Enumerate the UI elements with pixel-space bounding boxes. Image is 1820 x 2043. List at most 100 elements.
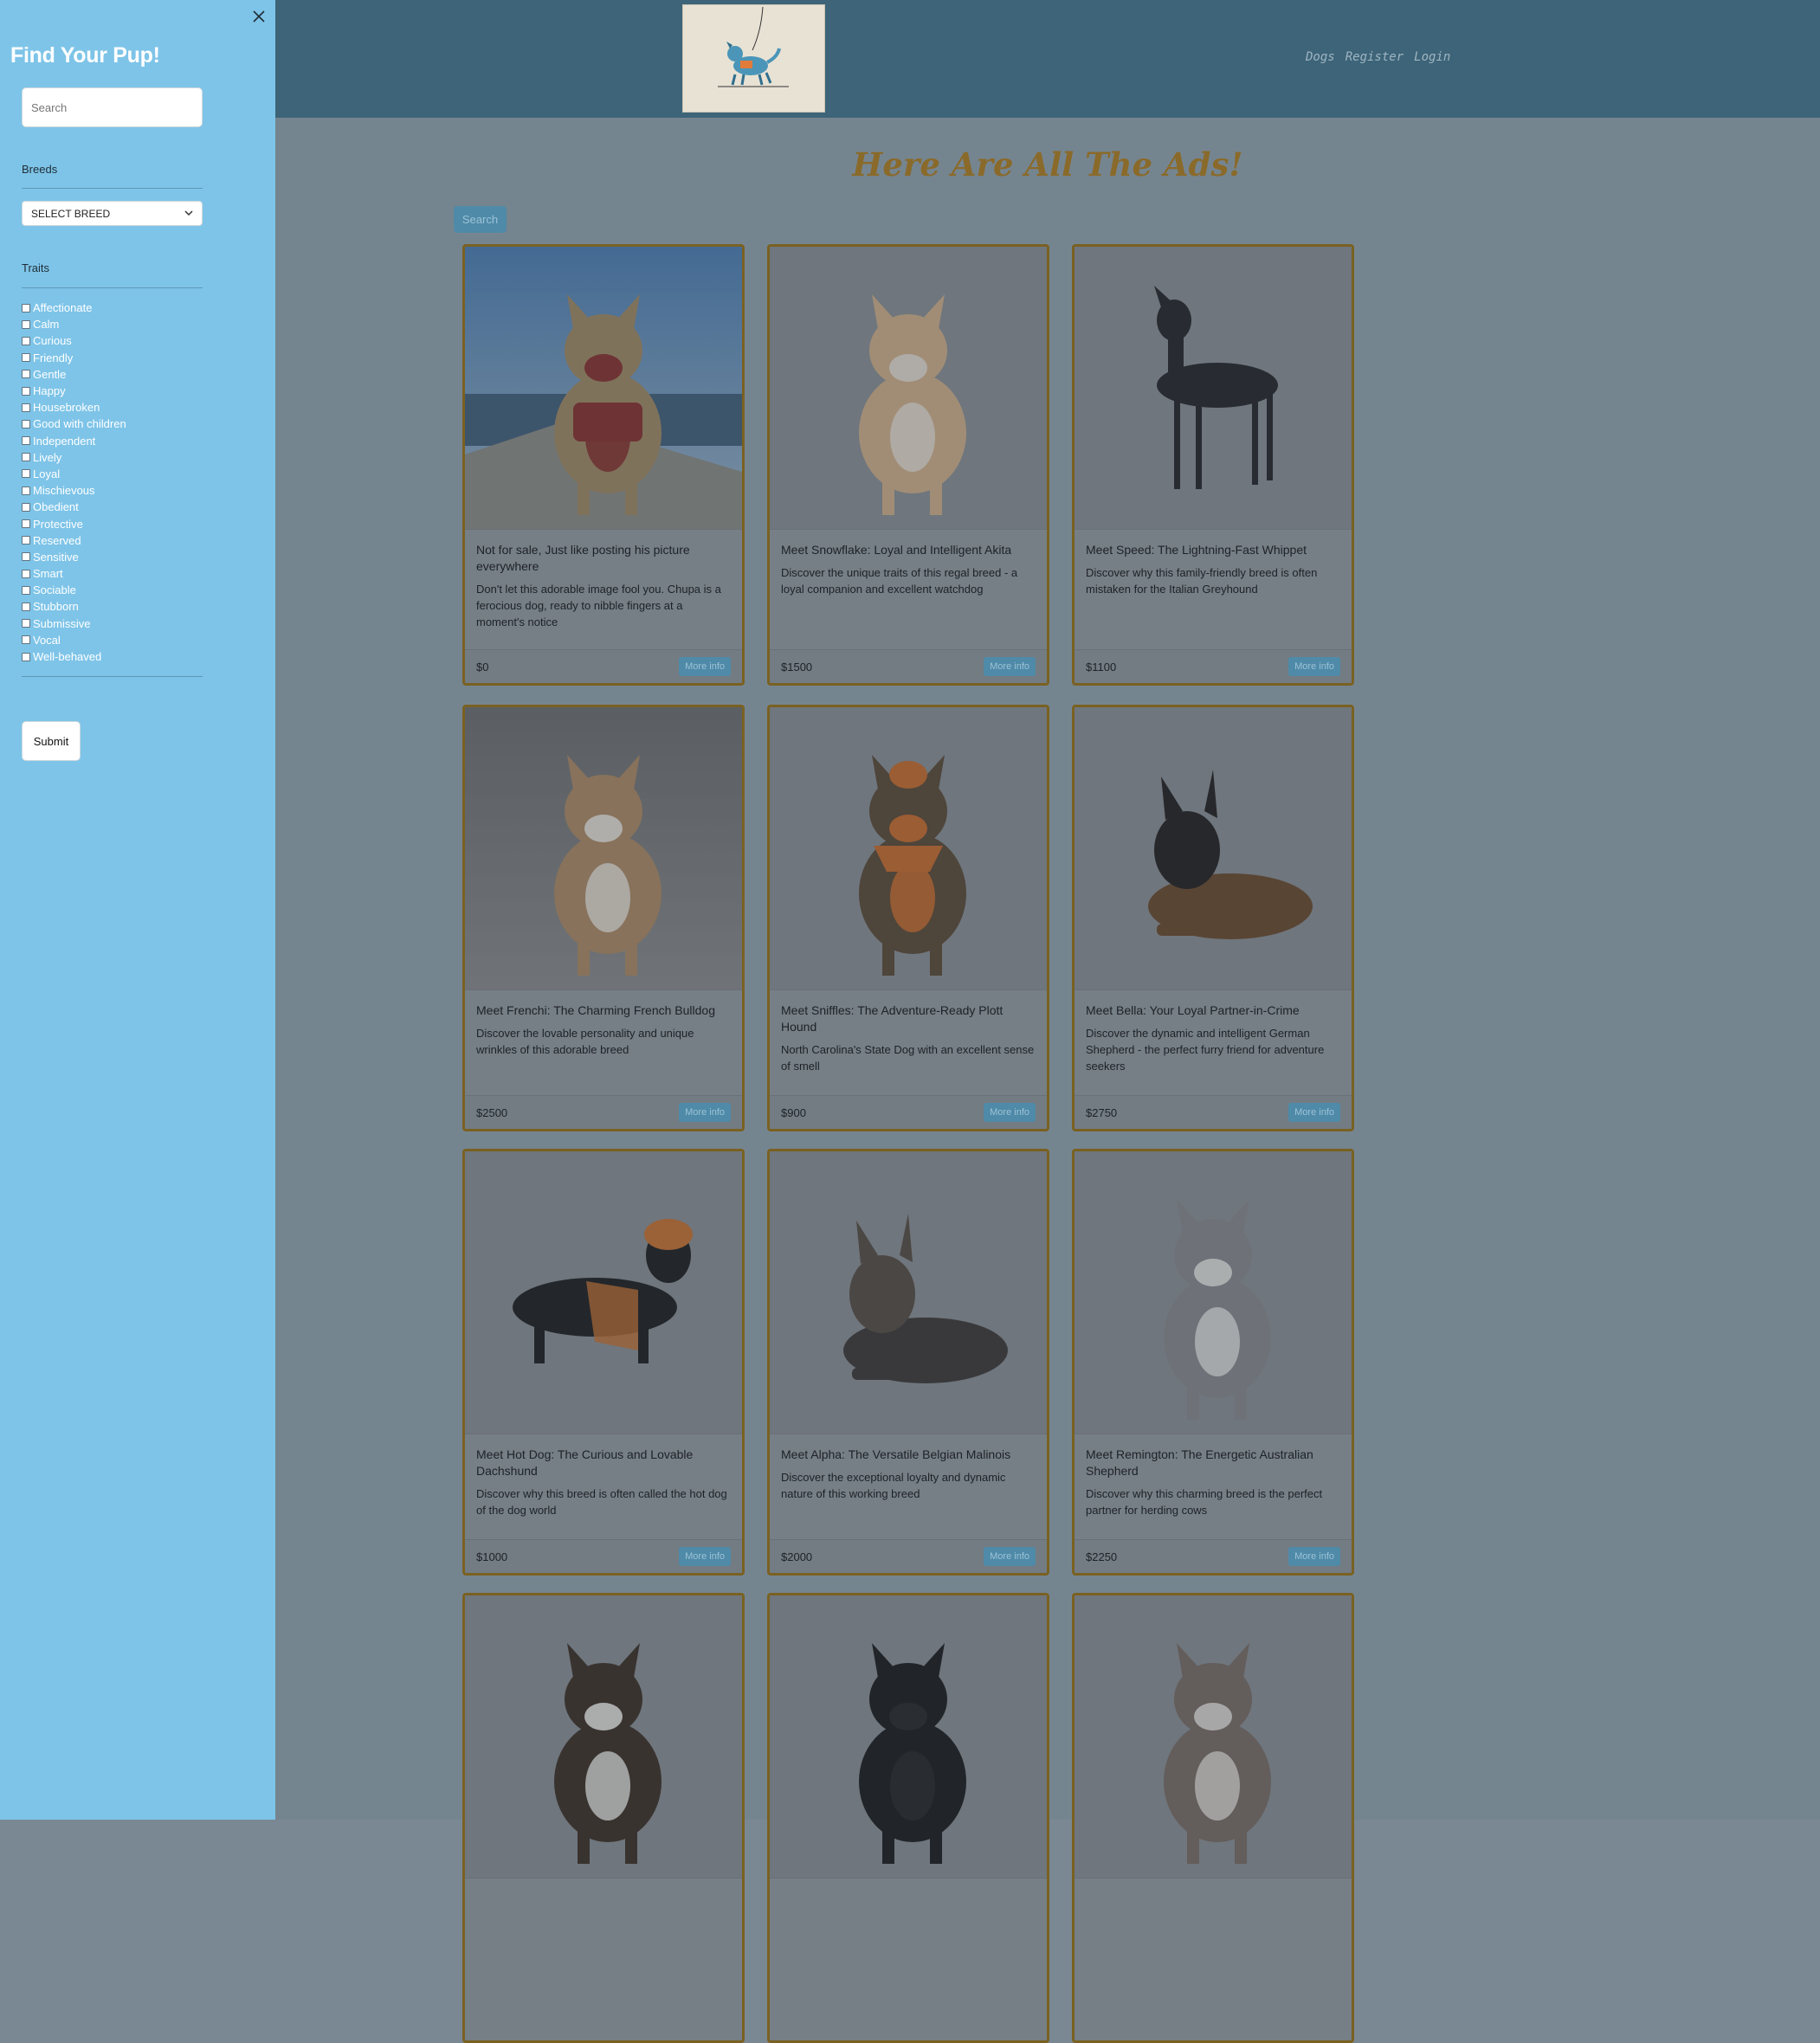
ad-description: Discover the exceptional loyalty and dyn…	[781, 1471, 1006, 1500]
ad-card: Meet Bella: Your Loyal Partner-in-Crime D…	[1072, 705, 1354, 1131]
trait-label: Mischievous	[33, 484, 95, 498]
ad-card: Meet Alpha: The Versatile Belgian Malino…	[767, 1149, 1049, 1576]
ad-image	[770, 707, 1047, 990]
chevron-down-icon	[184, 210, 193, 216]
trait-checkbox[interactable]	[22, 536, 30, 545]
trait-checkbox-row[interactable]: Protective	[22, 515, 126, 532]
ad-price: $0	[476, 660, 489, 673]
trait-checkbox[interactable]	[22, 453, 30, 462]
trait-checkbox[interactable]	[22, 303, 30, 313]
nav-link-dogs[interactable]: Dogs	[1306, 50, 1335, 64]
trait-checkbox-row[interactable]: Loyal	[22, 466, 126, 482]
page-title: Here Are All The Ads!	[852, 145, 1243, 184]
trait-checkbox[interactable]	[22, 370, 30, 379]
trait-checkbox[interactable]	[22, 519, 30, 529]
more-info-button[interactable]: More info	[1288, 657, 1340, 676]
breed-select[interactable]: SELECT BREED	[22, 201, 203, 226]
trait-checkbox-row[interactable]: Submissive	[22, 615, 126, 632]
trait-checkbox[interactable]	[22, 585, 30, 595]
trait-checkbox-row[interactable]: Curious	[22, 332, 126, 349]
trait-label: Protective	[33, 517, 83, 531]
trait-label: Housebroken	[33, 401, 100, 415]
ad-title: Meet Hot Dog: The Curious and Lovable Da…	[476, 1447, 694, 1478]
ad-card-footer: $900 More info	[770, 1095, 1047, 1129]
trait-checkbox-row[interactable]: Lively	[22, 449, 126, 466]
trait-checkbox-row[interactable]: Gentle	[22, 366, 126, 383]
ad-title: Meet Sniffles: The Adventure-Ready Plott…	[781, 1003, 1004, 1034]
trait-checkbox[interactable]	[22, 336, 30, 345]
ad-image	[1075, 247, 1352, 530]
ad-card-body: Meet Hot Dog: The Curious and Lovable Da…	[465, 1434, 742, 1518]
more-info-button[interactable]: More info	[679, 657, 731, 676]
trait-checkbox[interactable]	[22, 486, 30, 495]
site-logo[interactable]	[682, 4, 825, 113]
breeds-label: Breeds	[22, 163, 58, 176]
trait-checkbox[interactable]	[22, 552, 30, 562]
ad-card-footer: $1000 More info	[465, 1539, 742, 1573]
trait-checkbox-row[interactable]: Obedient	[22, 499, 126, 515]
search-input[interactable]	[22, 87, 203, 127]
trait-checkbox[interactable]	[22, 436, 30, 446]
ad-card-body: Meet Frenchi: The Charming French Bulldo…	[465, 990, 742, 1058]
ad-card-body: Meet Bella: Your Loyal Partner-in-Crime D…	[1075, 990, 1352, 1074]
ad-card-body: Not for sale, Just like posting his pict…	[465, 530, 742, 630]
trait-checkbox-row[interactable]: Sociable	[22, 582, 126, 598]
ad-title: Meet Snowflake: Loyal and Intelligent Ak…	[781, 543, 1012, 557]
trait-checkbox-row[interactable]: Vocal	[22, 632, 126, 648]
trait-checkbox-row[interactable]: Independent	[22, 433, 126, 449]
trait-checkbox-row[interactable]: Housebroken	[22, 399, 126, 416]
trait-label: Loyal	[33, 467, 61, 480]
submit-button[interactable]: Submit	[22, 721, 81, 761]
ad-card-body: Meet Sniffles: The Adventure-Ready Plott…	[770, 990, 1047, 1074]
trait-checkbox[interactable]	[22, 635, 30, 645]
nav-link-register[interactable]: Register	[1346, 50, 1404, 64]
trait-checkbox-row[interactable]: Good with children	[22, 416, 126, 432]
more-info-button[interactable]: More info	[679, 1547, 731, 1566]
close-button[interactable]	[251, 9, 267, 24]
trait-checkbox[interactable]	[22, 619, 30, 628]
ad-image	[465, 1595, 742, 1879]
ad-card-footer: $2500 More info	[465, 1095, 742, 1129]
ad-card: Meet Frenchi: The Charming French Bulldo…	[462, 705, 745, 1131]
trait-checkbox-row[interactable]: Reserved	[22, 532, 126, 549]
trait-label: Affectionate	[33, 301, 93, 315]
more-info-button[interactable]: More info	[679, 1103, 731, 1122]
trait-checkbox-row[interactable]: Friendly	[22, 350, 126, 366]
trait-checkbox[interactable]	[22, 319, 30, 329]
more-info-button[interactable]: More info	[984, 1547, 1036, 1566]
more-info-button[interactable]: More info	[1288, 1547, 1340, 1566]
trait-checkbox-row[interactable]: Calm	[22, 316, 126, 332]
trait-checkbox[interactable]	[22, 569, 30, 578]
trait-checkbox[interactable]	[22, 353, 30, 363]
nav-link-login[interactable]: Login	[1414, 50, 1450, 64]
ad-image	[770, 1151, 1047, 1434]
trait-checkbox[interactable]	[22, 502, 30, 512]
trait-label: Reserved	[33, 533, 81, 547]
trait-checkbox[interactable]	[22, 652, 30, 661]
ad-description: Discover the unique traits of this regal…	[781, 566, 1018, 596]
trait-checkbox[interactable]	[22, 403, 30, 412]
more-info-button[interactable]: More info	[984, 657, 1036, 676]
trait-checkbox-row[interactable]: Smart	[22, 565, 126, 582]
traits-label: Traits	[22, 261, 50, 274]
more-info-button[interactable]: More info	[1288, 1103, 1340, 1122]
ad-title: Meet Frenchi: The Charming French Bulldo…	[476, 1003, 715, 1017]
trait-checkbox-row[interactable]: Happy	[22, 383, 126, 399]
trait-checkbox[interactable]	[22, 386, 30, 396]
trait-checkbox[interactable]	[22, 469, 30, 479]
ad-price: $2000	[781, 1550, 813, 1563]
trait-checkbox-row[interactable]: Stubborn	[22, 598, 126, 615]
trait-checkbox-row[interactable]: Sensitive	[22, 549, 126, 565]
nav-links: Dogs Register Login	[1306, 50, 1450, 64]
ad-description: North Carolina's State Dog with an excel…	[781, 1043, 1035, 1073]
main-content: Here Are All The Ads! Search Not for sal…	[275, 118, 1820, 2043]
trait-checkbox-row[interactable]: Mischievous	[22, 482, 126, 499]
trait-checkbox-row[interactable]: Affectionate	[22, 300, 126, 316]
trait-checkbox[interactable]	[22, 419, 30, 429]
search-button[interactable]: Search	[454, 206, 507, 233]
ad-card-body: Meet Alpha: The Versatile Belgian Malino…	[770, 1434, 1047, 1502]
trait-checkbox-row[interactable]: Well-behaved	[22, 648, 126, 665]
ad-description: Discover why this breed is often called …	[476, 1487, 727, 1517]
trait-checkbox[interactable]	[22, 602, 30, 611]
more-info-button[interactable]: More info	[984, 1103, 1036, 1122]
